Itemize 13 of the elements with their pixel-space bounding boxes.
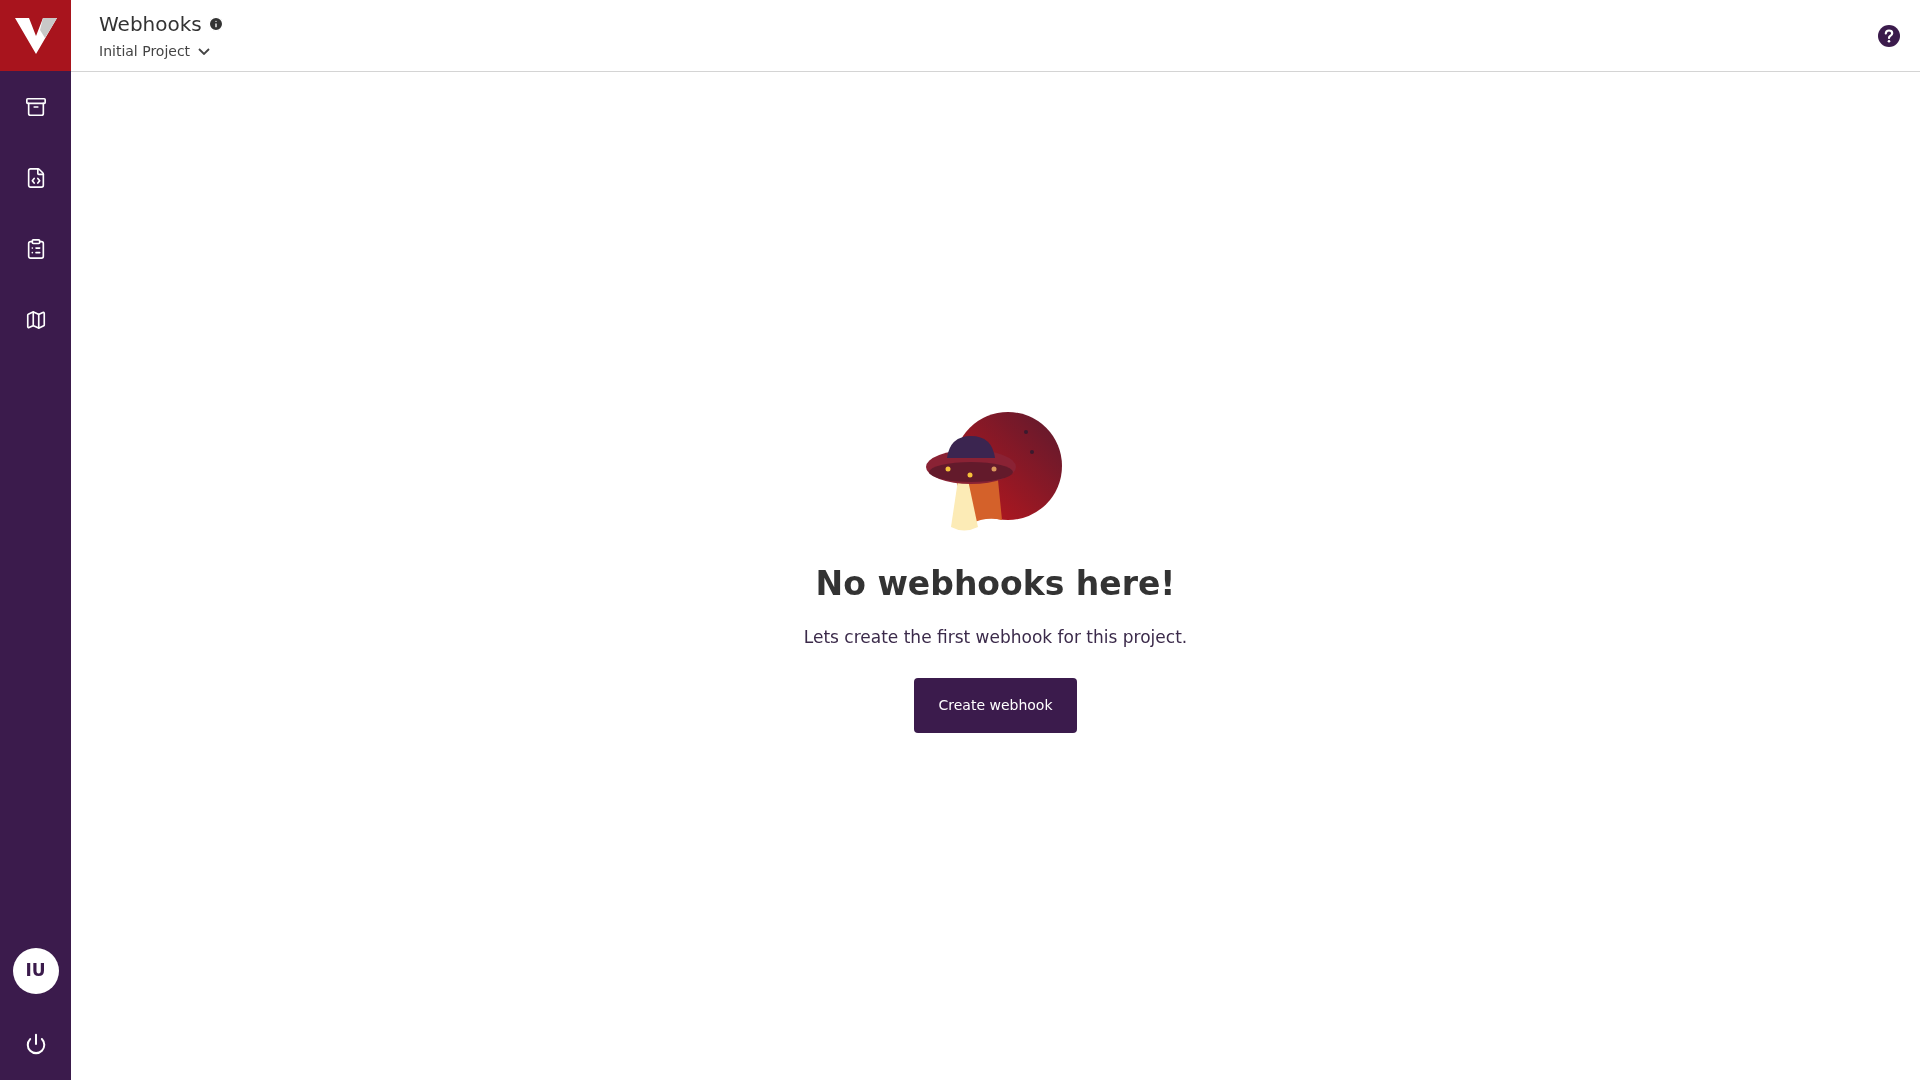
- user-avatar[interactable]: IU: [12, 948, 59, 994]
- empty-state-heading: No webhooks here!: [815, 563, 1176, 605]
- empty-state-message: Lets create the first webhook for this project.: [803, 625, 1188, 649]
- logo[interactable]: [0, 0, 71, 71]
- project-dropdown[interactable]: Initial Project: [99, 41, 224, 62]
- create-webhook-button[interactable]: Create webhook: [914, 678, 1077, 733]
- map-icon: [24, 308, 47, 331]
- power-icon: [24, 1033, 47, 1055]
- page-title: Webhooks: [99, 11, 202, 38]
- archive-icon: [24, 95, 47, 118]
- info-icon[interactable]: [207, 16, 224, 32]
- chevron-down-icon: [198, 48, 211, 55]
- help-icon[interactable]: [1878, 24, 1900, 47]
